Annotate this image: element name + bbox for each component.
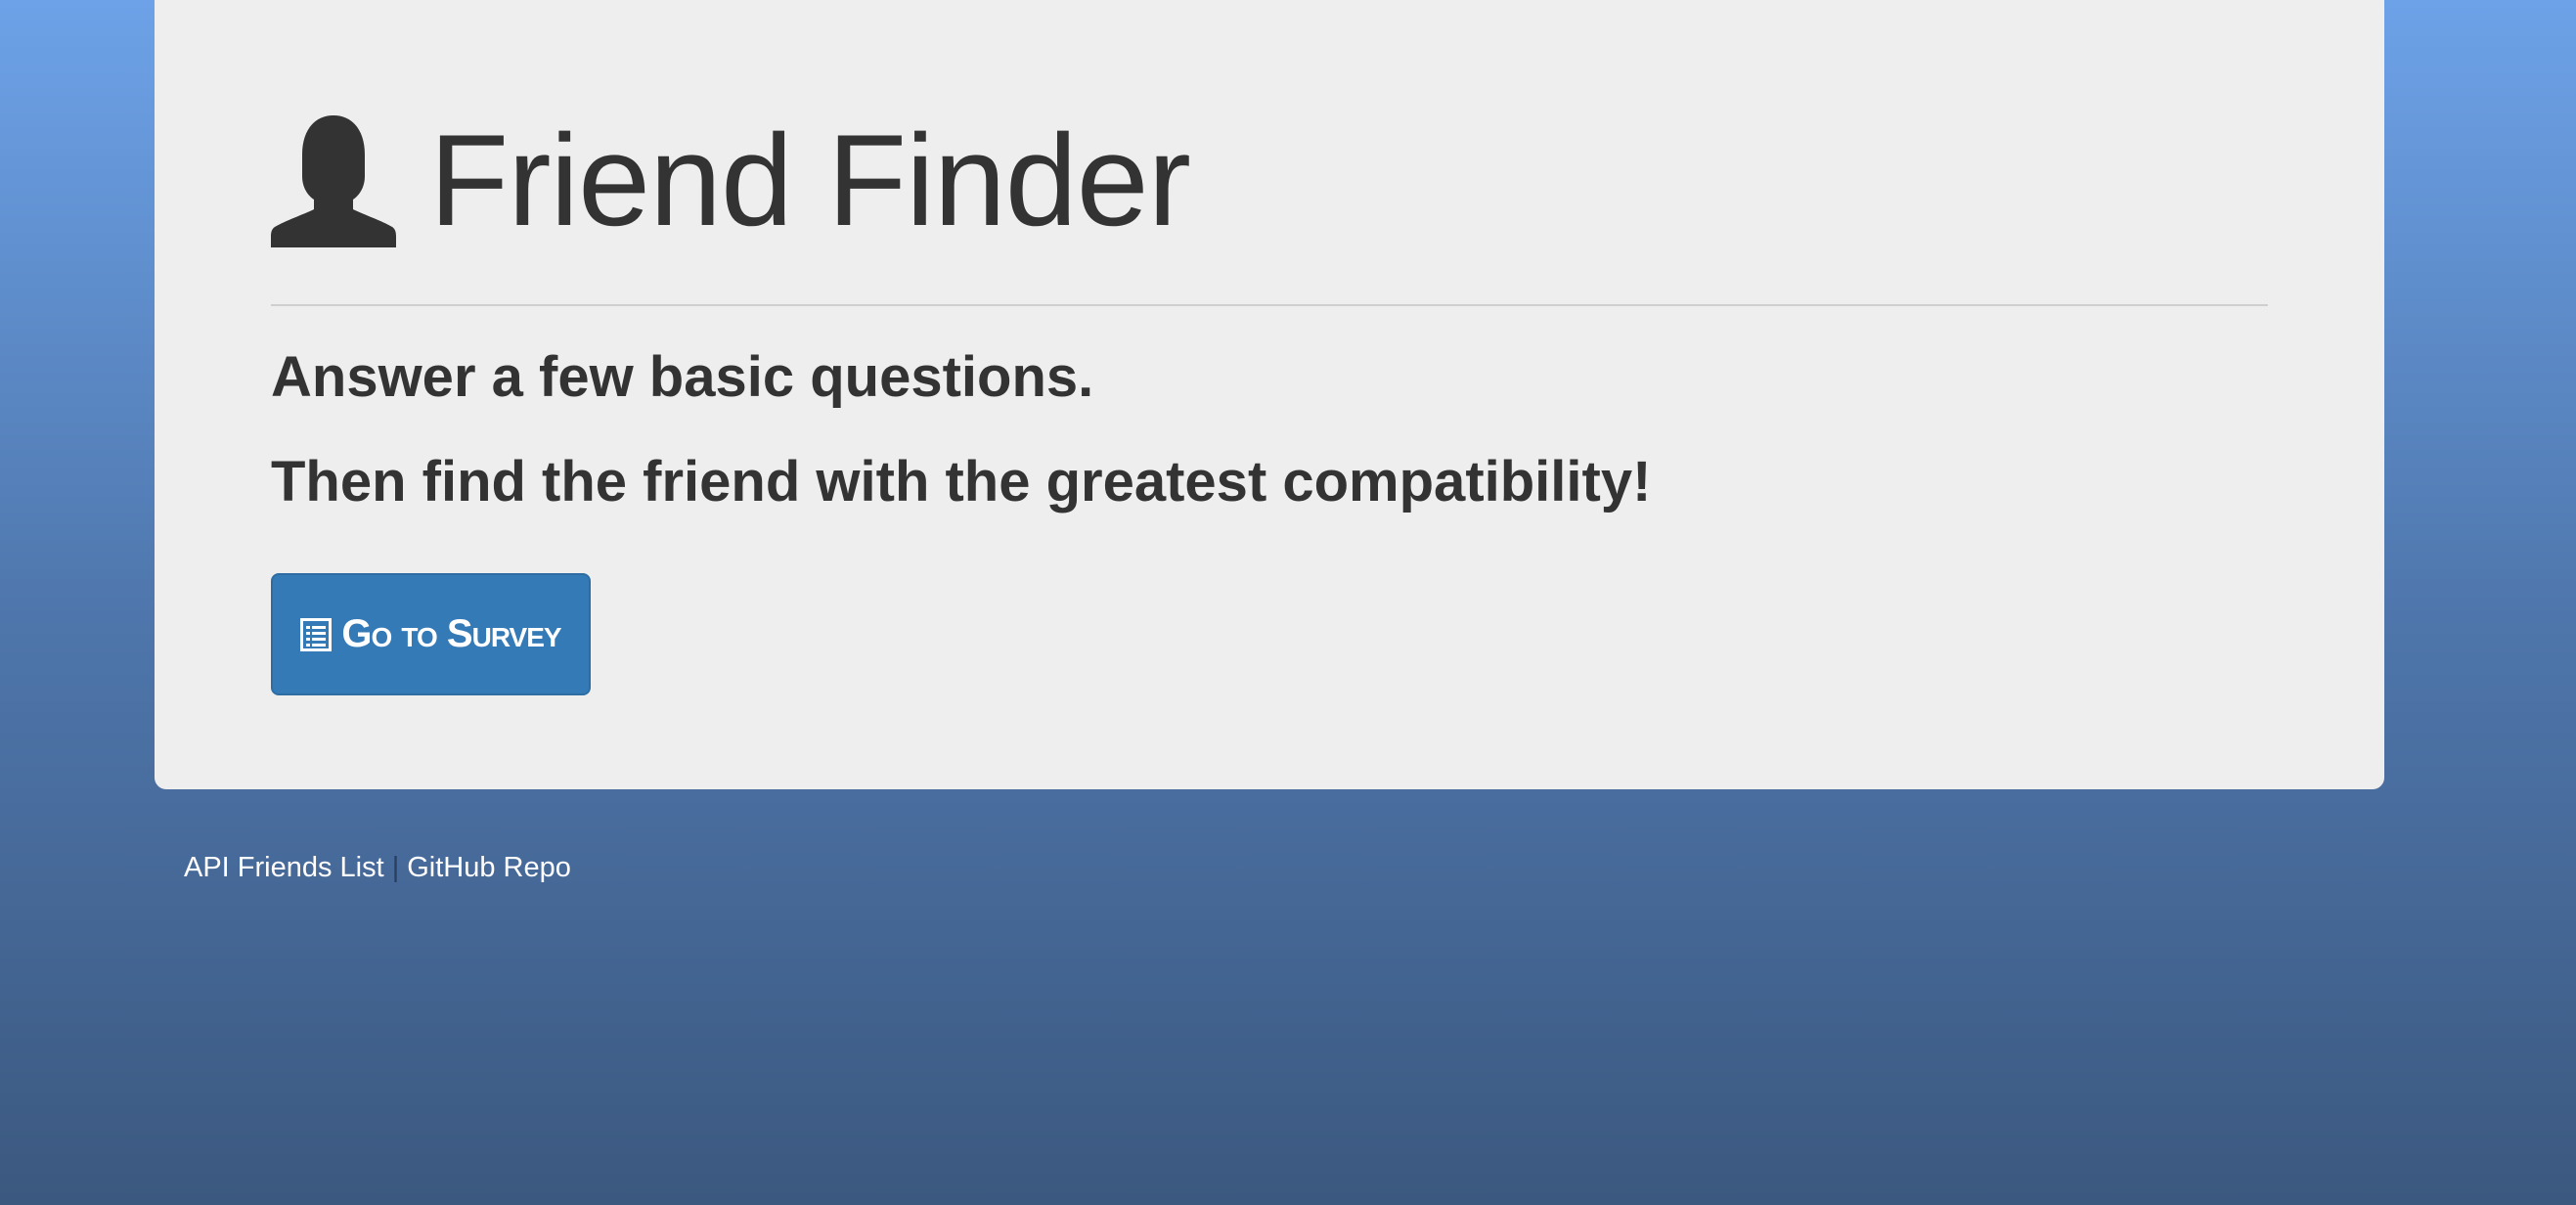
title-row: Friend Finder (271, 109, 1191, 253)
page-title: Friend Finder (429, 109, 1191, 253)
intro-line-1: Answer a few basic questions. (271, 345, 1094, 409)
list-icon (300, 617, 333, 651)
intro-line-2: Then find the friend with the greatest c… (271, 450, 1652, 513)
go-to-survey-button[interactable]: Go to Survey (271, 573, 591, 695)
jumbotron: Friend Finder Answer a few basic questio… (155, 0, 2384, 789)
github-repo-link[interactable]: GitHub Repo (407, 852, 571, 884)
user-icon (271, 115, 396, 247)
go-to-survey-label: Go to Survey (341, 612, 561, 655)
footer: API Friends List | GitHub Repo (184, 852, 571, 884)
divider (271, 304, 2268, 306)
footer-separator: | (391, 852, 400, 883)
api-friends-list-link[interactable]: API Friends List (184, 852, 384, 884)
